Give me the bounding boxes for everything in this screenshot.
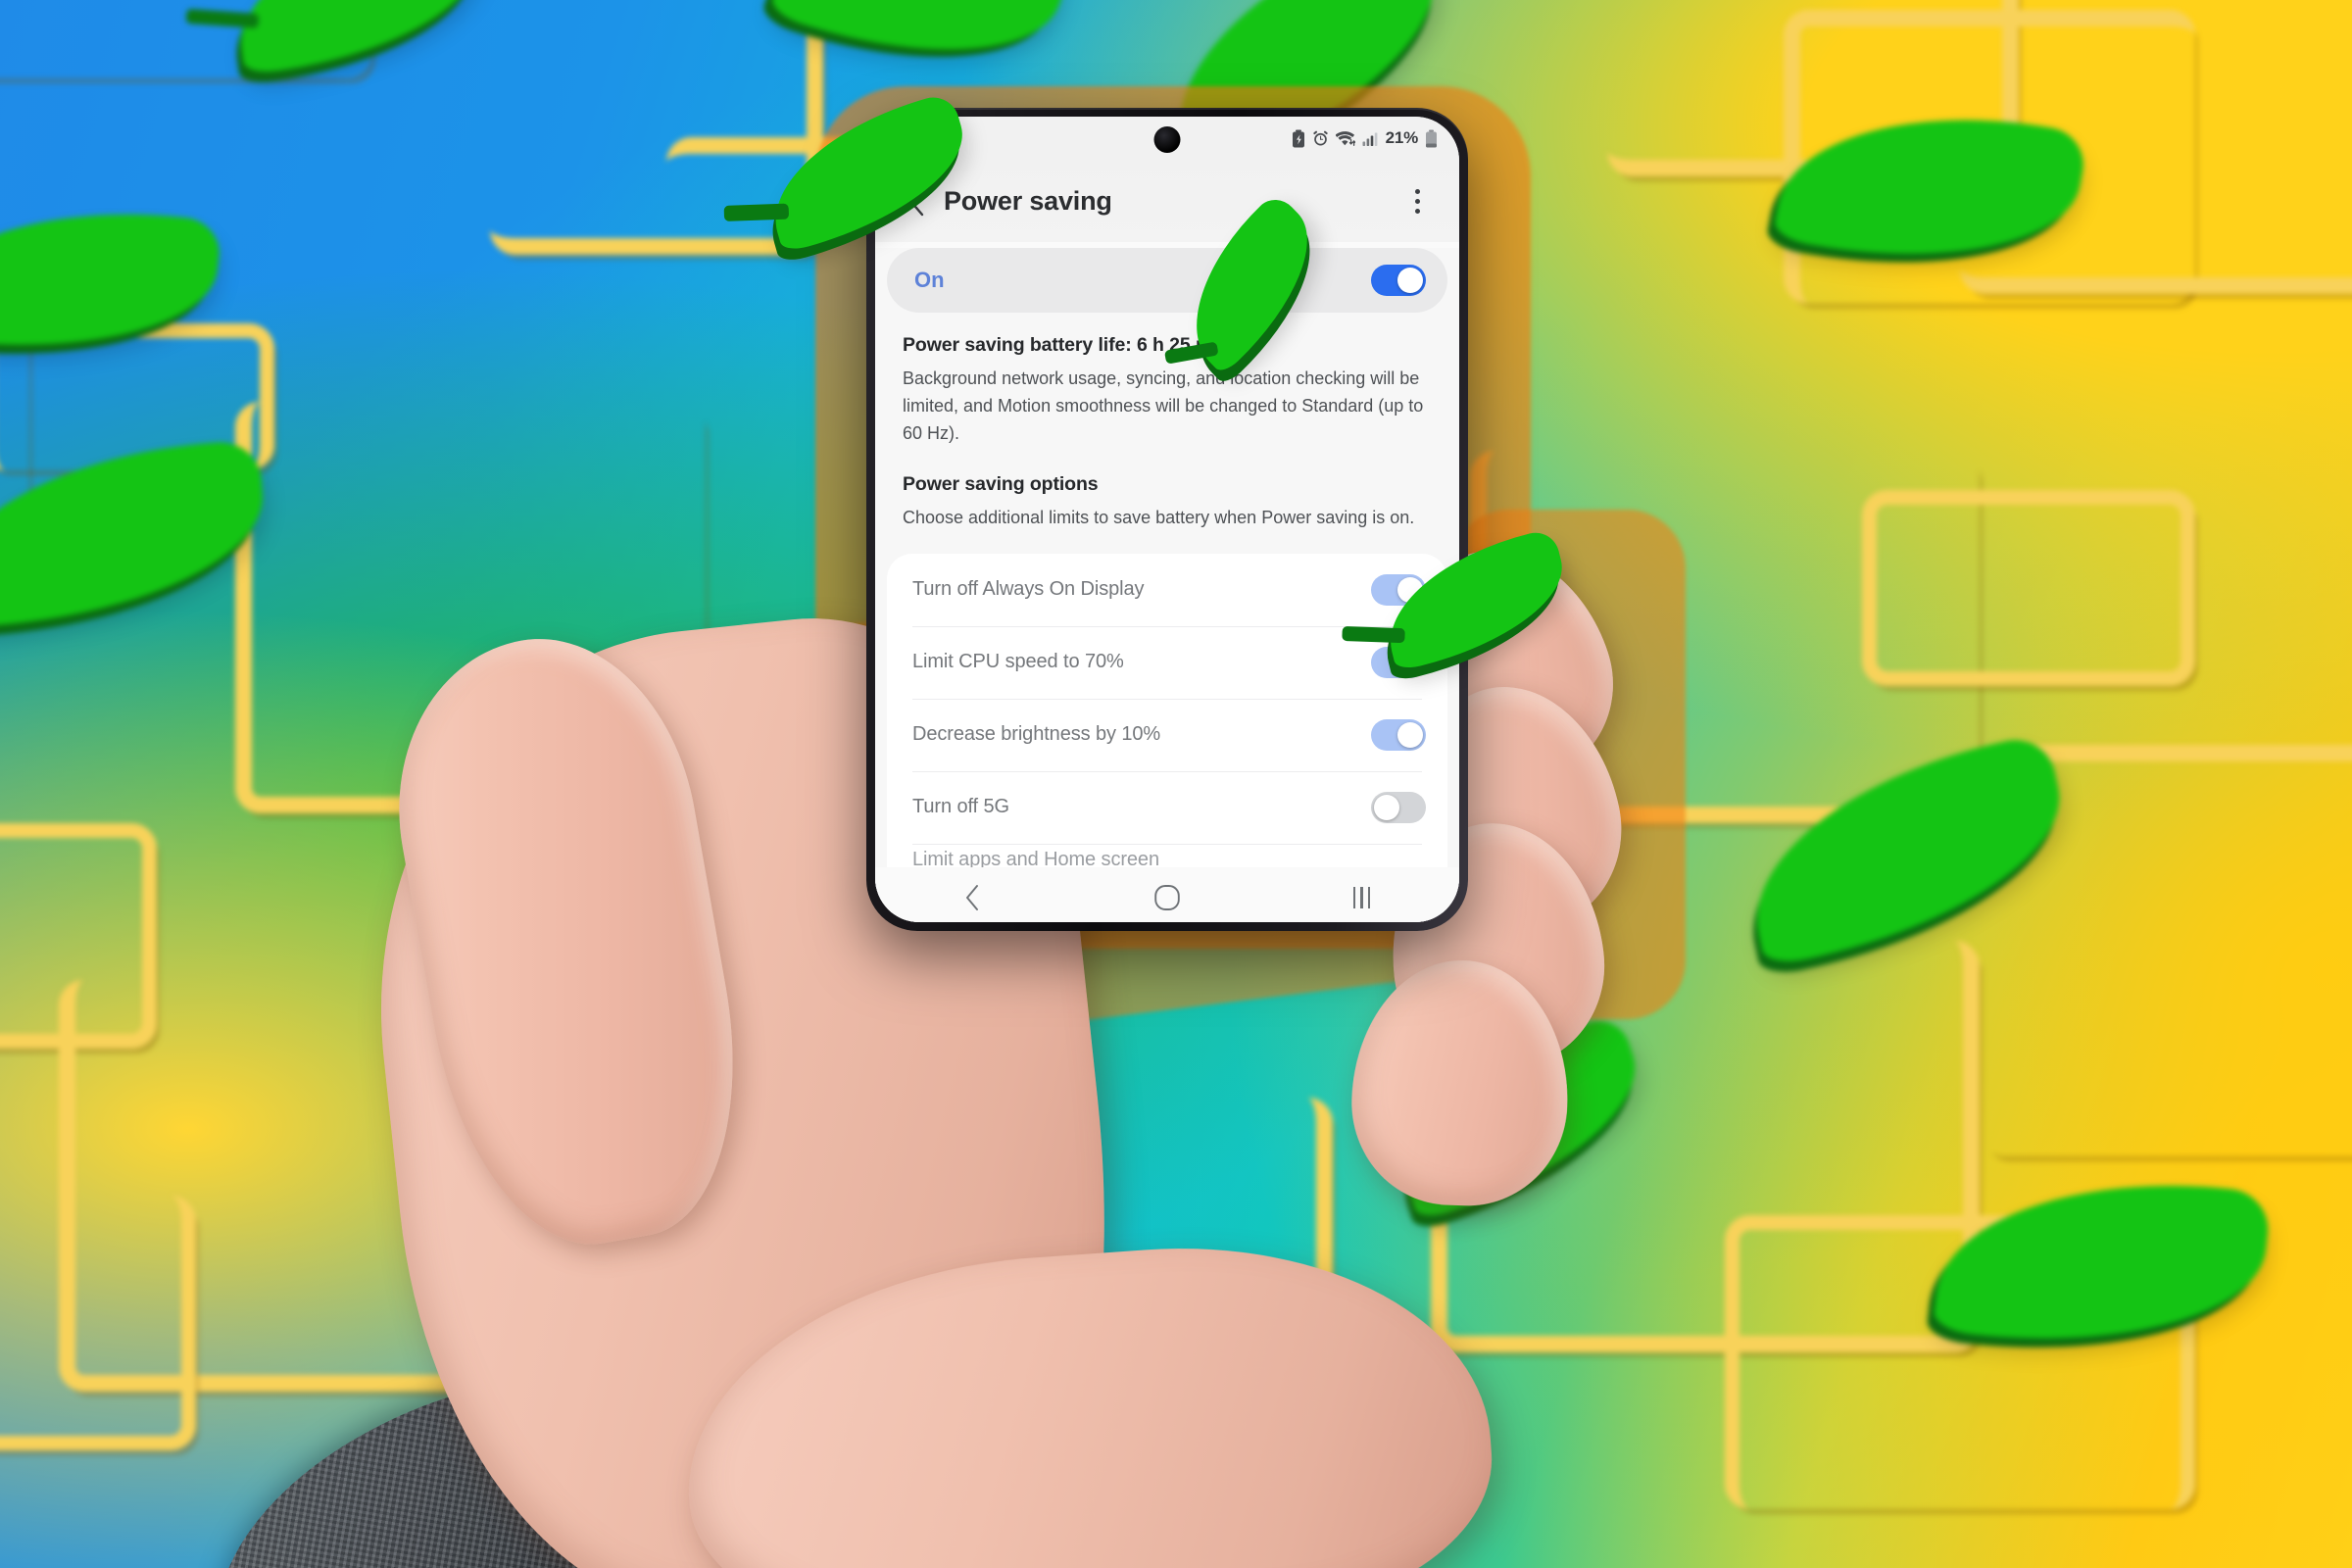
master-toggle-label: On — [914, 268, 945, 292]
nav-recents-button[interactable] — [1328, 876, 1396, 919]
dot — [1414, 208, 1420, 214]
option-switch[interactable] — [1371, 791, 1426, 823]
leaf-icon — [1932, 1159, 2273, 1364]
scene-backdrop: 5:39 — [0, 0, 2352, 1568]
dot — [1414, 188, 1420, 194]
phone-screen: 5:39 — [875, 117, 1459, 922]
option-row-always-on-display[interactable]: Turn off Always On Display — [887, 554, 1447, 626]
options-heading: Power saving options — [903, 472, 1099, 495]
alarm-icon — [1312, 130, 1328, 145]
switch-knob — [1397, 268, 1423, 293]
nav-back-button[interactable] — [938, 876, 1006, 919]
battery-percent-label: 21% — [1385, 128, 1419, 147]
circuit-trace — [1862, 490, 2195, 686]
switch-knob — [1397, 721, 1423, 748]
options-body: Choose additional limits to save battery… — [903, 507, 1415, 527]
nav-home-icon — [1154, 885, 1180, 910]
battery-icon — [1426, 129, 1437, 147]
switch-knob — [1374, 794, 1399, 820]
nav-recents-bar — [1352, 887, 1356, 908]
option-row-brightness[interactable]: Decrease brightness by 10% — [887, 698, 1447, 771]
option-row-turn-off-5g[interactable]: Turn off 5G — [887, 770, 1447, 844]
option-title: Turn off 5G — [912, 796, 1009, 818]
option-title: Limit CPU speed to 70% — [912, 651, 1124, 673]
option-title: Turn off Always On Display — [912, 578, 1145, 601]
option-title: Decrease brightness by 10% — [912, 723, 1161, 746]
circuit-trace — [0, 1196, 196, 1450]
nav-home-button[interactable] — [1133, 876, 1201, 919]
wifi-icon — [1335, 130, 1355, 146]
more-options-button[interactable] — [1396, 179, 1438, 222]
info-block: Power saving battery life: 6 h 25 m Back… — [875, 313, 1459, 532]
status-icons: 21% — [1292, 128, 1438, 148]
nav-recents-bar — [1360, 887, 1363, 908]
master-toggle-switch[interactable] — [1371, 265, 1426, 296]
nav-back-icon — [965, 885, 978, 910]
front-camera-punchhole — [1153, 126, 1181, 153]
option-switch[interactable] — [1371, 718, 1426, 751]
nav-recents-bar — [1367, 887, 1371, 908]
phone-device: 5:39 — [866, 108, 1468, 931]
system-nav-bar — [875, 867, 1459, 922]
leaf-icon — [0, 190, 223, 368]
power-saving-battery-icon — [1292, 129, 1304, 147]
battery-life-body: Background network usage, syncing, and l… — [903, 368, 1424, 443]
leaf-icon — [0, 439, 270, 629]
signal-bars-icon — [1362, 132, 1377, 146]
dot — [1414, 198, 1420, 204]
settings-content: On Power saving battery life: 6 h 25 m B… — [875, 248, 1459, 922]
